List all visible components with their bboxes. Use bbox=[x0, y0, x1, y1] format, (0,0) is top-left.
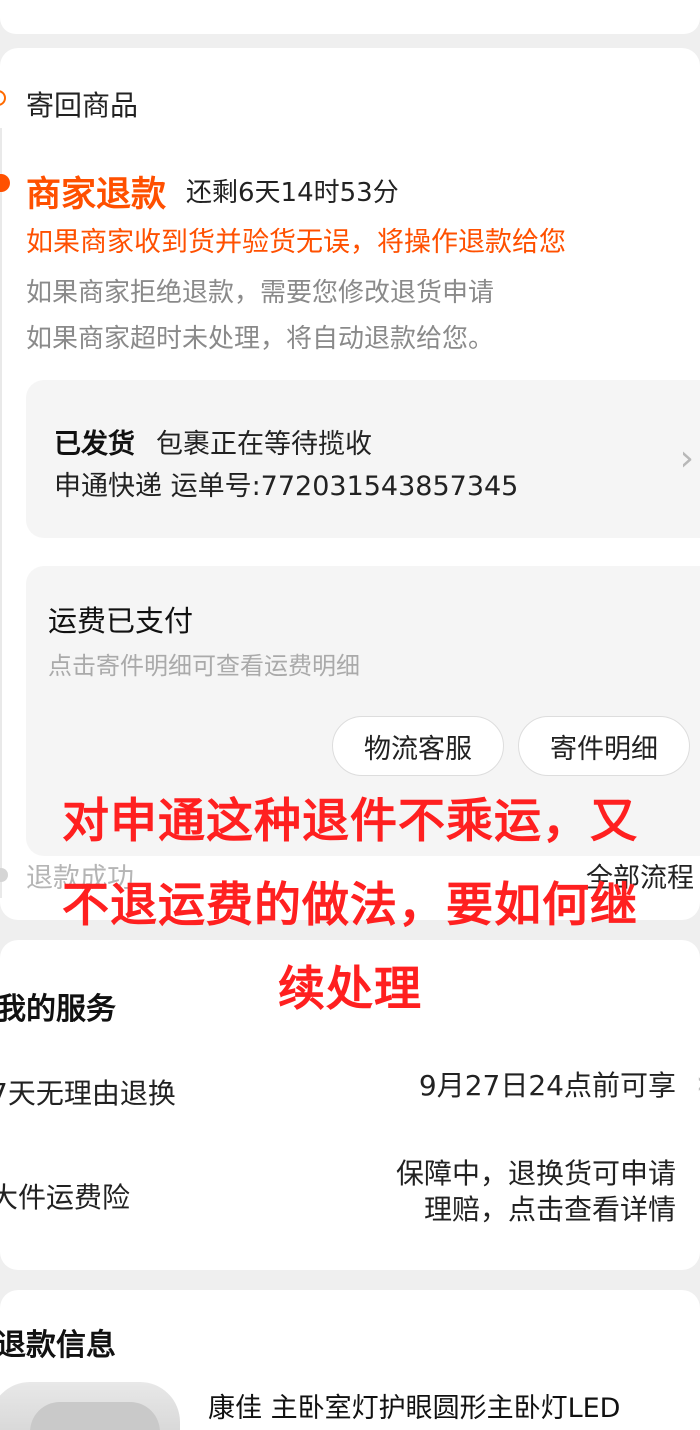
shipment-status: 已发货 bbox=[54, 429, 135, 460]
overlay-caption-line: 不退运费的做法，要如何继 bbox=[62, 878, 638, 933]
shipping-fee-hint: 点击寄件明细可查看运费明细 bbox=[48, 652, 360, 680]
step-return-goods: 寄回商品 bbox=[26, 89, 139, 122]
merchant-refund-title: 商家退款 bbox=[26, 175, 167, 215]
refund-info-title: 退款信息 bbox=[0, 1328, 116, 1363]
chevron-right-icon: › bbox=[696, 1066, 700, 1101]
note-reject: 如果商家拒绝退款，需要您修改退货申请 bbox=[26, 278, 495, 308]
chevron-right-icon: › bbox=[679, 438, 694, 479]
refund-info-card: 退款信息 康佳 主卧室灯护眼圆形主卧灯LED bbox=[0, 1290, 700, 1430]
overlay-caption-line: 对申通这种退件不乘运，又 bbox=[62, 794, 638, 849]
product-thumbnail-shade bbox=[30, 1402, 160, 1430]
service-name-freight-insurance: 大件运费险 bbox=[0, 1181, 131, 1214]
service-detail-return[interactable]: 9月27日24点前可享 bbox=[419, 1068, 676, 1104]
overlay-caption: 对申通这种退件不乘运，又 不退运费的做法，要如何继 续处理 bbox=[0, 780, 700, 1032]
shipping-detail-button[interactable]: 寄件明细 bbox=[518, 716, 690, 776]
note-timeout: 如果商家超时未处理，将自动退款给您。 bbox=[26, 324, 495, 354]
step-dot-done bbox=[0, 90, 6, 106]
note-accept: 如果商家收到货并验货无误，将操作退款给您 bbox=[26, 227, 566, 258]
service-name-return: 7天无理由退换 bbox=[0, 1077, 176, 1110]
tracking-number: 申通快递 运单号:772031543857345 bbox=[54, 471, 519, 502]
logistics-service-button[interactable]: 物流客服 bbox=[332, 716, 504, 776]
service-detail-freight-insurance[interactable]: 保障中，退换货可申请 理赔，点击查看详情 bbox=[396, 1156, 676, 1228]
refund-countdown: 还剩6天14时53分 bbox=[186, 178, 399, 208]
shipment-description: 包裹正在等待揽收 bbox=[156, 429, 372, 460]
step-dot-current bbox=[0, 174, 10, 192]
shipping-fee-title: 运费已支付 bbox=[48, 604, 194, 638]
product-name[interactable]: 康佳 主卧室灯护眼圆形主卧灯LED bbox=[208, 1386, 620, 1425]
overlay-caption-line: 续处理 bbox=[278, 962, 422, 1017]
shipment-status-box[interactable]: 已发货 包裹正在等待揽收 申通快递 运单号:772031543857345 › bbox=[26, 380, 700, 538]
top-card-remnant bbox=[0, 0, 700, 34]
